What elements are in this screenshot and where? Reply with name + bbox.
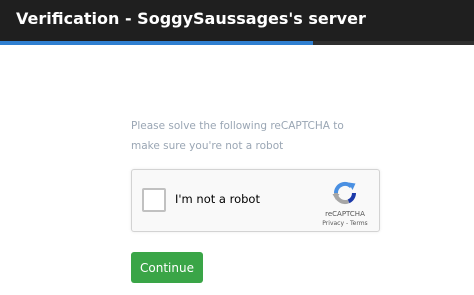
progress-bar-fill [0, 41, 313, 45]
terms-link[interactable]: Terms [350, 220, 368, 227]
privacy-link[interactable]: Privacy [322, 220, 344, 227]
progress-bar [0, 41, 474, 45]
not-a-robot-label[interactable]: I'm not a robot [175, 192, 260, 206]
not-a-robot-checkbox[interactable] [142, 188, 166, 212]
continue-button[interactable]: Continue [131, 252, 203, 283]
recaptcha-logo-icon [332, 181, 357, 204]
recaptcha-links: Privacy - Terms [312, 220, 378, 227]
instructions-text: Please solve the following reCAPTCHA to … [131, 120, 344, 152]
recaptcha-brand-label: reCAPTCHA [325, 210, 365, 218]
header-bar: Verification - SoggySaussages's server [0, 0, 474, 41]
recaptcha-widget: I'm not a robot reCAPTCHA Privacy - Term… [131, 169, 380, 232]
page-title: Verification - SoggySaussages's server [16, 9, 366, 28]
